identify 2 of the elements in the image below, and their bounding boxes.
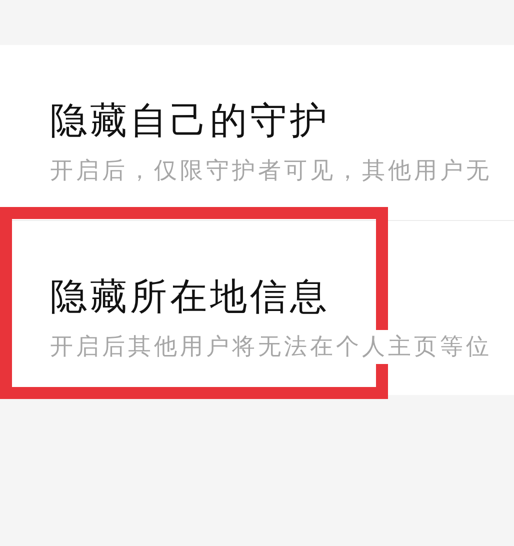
setting-title: 隐藏自己的守护 xyxy=(50,101,331,142)
setting-title: 隐藏所在地信息 xyxy=(50,277,331,318)
